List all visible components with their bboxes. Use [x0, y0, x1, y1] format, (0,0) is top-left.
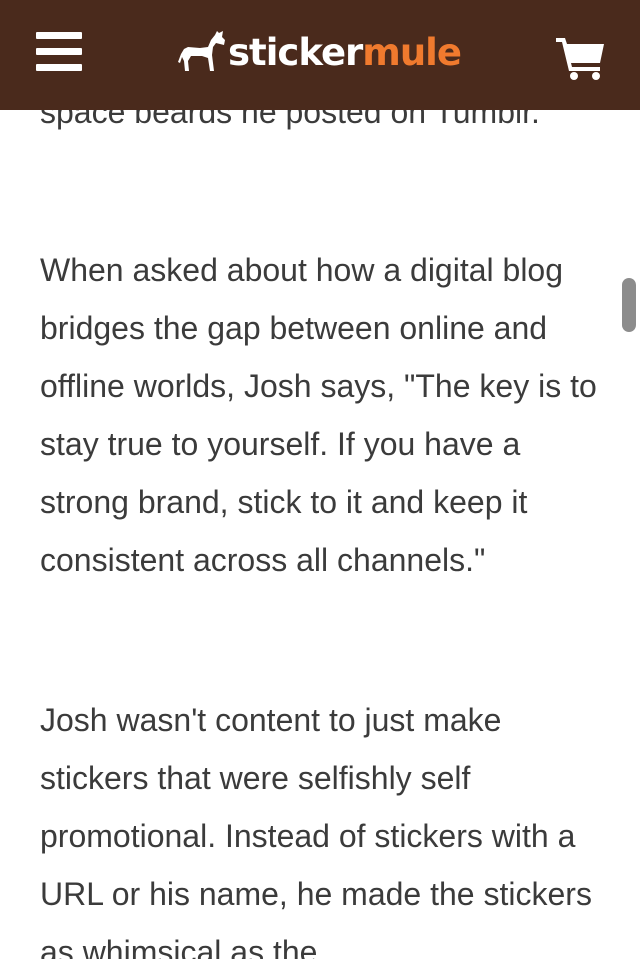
shopping-cart-icon[interactable] [556, 36, 606, 80]
mule-logo-icon [178, 31, 225, 71]
logo-text-mule: mule [362, 31, 462, 74]
top-navigation-bar: stickermule [0, 0, 640, 110]
vertical-scrollbar[interactable] [622, 278, 636, 332]
article-paragraph: When asked about how a digital blog brid… [40, 252, 597, 578]
stickermule-logo[interactable]: stickermule [178, 28, 462, 78]
cart-svg [556, 38, 604, 80]
logo-wordmark: stickermule [228, 28, 462, 78]
logo-text-sticker: sticker [228, 31, 363, 74]
hamburger-menu-icon[interactable] [36, 30, 82, 74]
article-paragraph: Josh wasn't content to just make sticker… [40, 702, 592, 959]
